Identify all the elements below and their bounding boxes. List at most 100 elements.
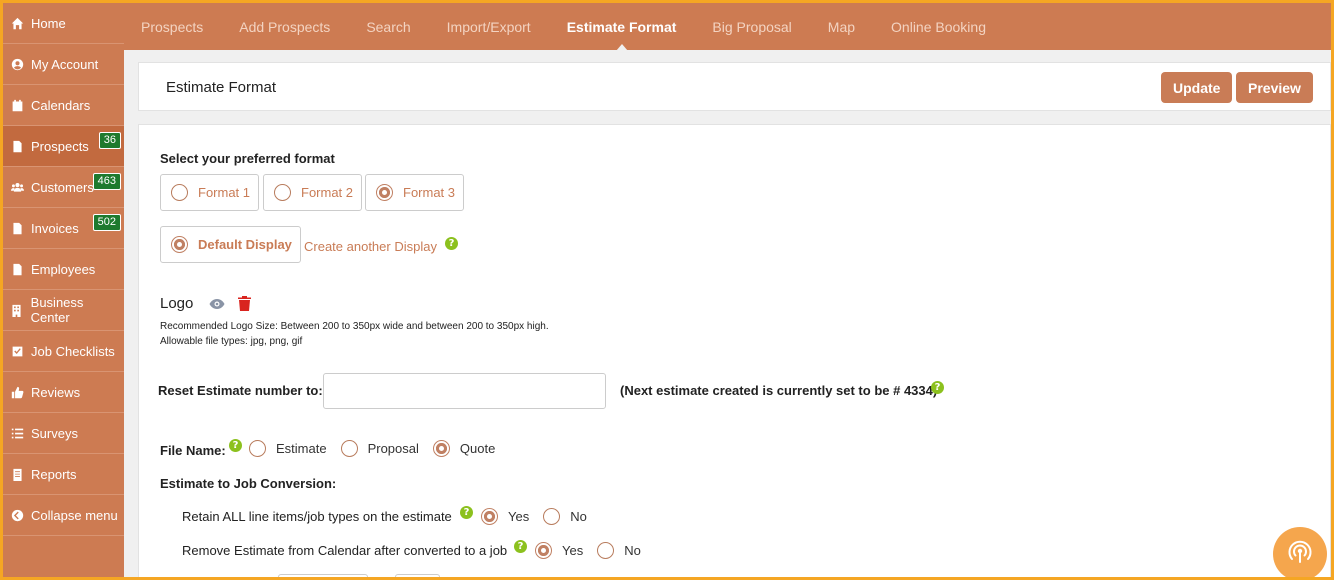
user-circle-icon: [9, 56, 25, 72]
sidebar-item-home[interactable]: Home: [3, 3, 124, 44]
format-3-label: Format 3: [403, 185, 456, 200]
retain-no-option[interactable]: No: [543, 508, 587, 525]
sidebar-item-label: Business Center: [30, 295, 84, 325]
sidebar-item-prospects[interactable]: Prospects 36: [3, 126, 124, 167]
remove-no-option[interactable]: No: [597, 542, 641, 559]
file-name-quote-option[interactable]: Quote: [432, 440, 496, 457]
option-label: No: [624, 543, 641, 558]
remove-no-radio[interactable]: [597, 542, 615, 559]
create-display-link[interactable]: Create another Display: [304, 239, 437, 254]
logo-types-note: Allowable file types: jpg, png, gif: [160, 336, 303, 347]
sidebar-item-job-checklists[interactable]: Job Checklists: [3, 331, 124, 372]
partial-input[interactable]: [395, 574, 440, 577]
calendar-icon: [9, 97, 25, 113]
sidebar-item-label: Invoices: [31, 220, 79, 236]
file-name-proposal-radio[interactable]: [340, 440, 358, 457]
users-icon: [9, 179, 25, 195]
preview-button[interactable]: Preview: [1236, 72, 1313, 103]
page-header: Estimate Format Update Preview: [138, 62, 1331, 111]
format-2-label: Format 2: [301, 185, 354, 200]
report-icon: [9, 466, 25, 482]
sidebar-item-invoices[interactable]: Invoices 502: [3, 208, 124, 249]
sidebar-item-label: Employees: [31, 261, 96, 277]
sidebar-item-label: Reviews: [31, 384, 81, 400]
next-estimate-note: (Next estimate created is currently set …: [620, 383, 938, 398]
count-badge: 36: [98, 132, 121, 149]
count-badge: 502: [92, 214, 121, 231]
option-label: Quote: [459, 441, 496, 456]
sidebar: Home My Account Calendars Prospects 36 C…: [3, 3, 124, 577]
document-icon: [9, 220, 25, 236]
sidebar-item-collapse-menu[interactable]: Collapse menu: [3, 495, 124, 536]
app-frame: Home My Account Calendars Prospects 36 C…: [3, 3, 1331, 577]
tab-online-booking[interactable]: Online Booking: [891, 19, 986, 35]
estimate-format-form: Select your preferred format Format 1 Fo…: [138, 124, 1331, 577]
building-icon: [9, 302, 25, 318]
retain-no-radio[interactable]: [543, 508, 561, 525]
sidebar-item-business-center[interactable]: Business Center: [3, 290, 124, 331]
sidebar-item-employees[interactable]: Employees: [3, 249, 124, 290]
retain-yes-option[interactable]: Yes: [481, 508, 529, 525]
update-button[interactable]: Update: [1161, 72, 1233, 103]
retain-yes-radio[interactable]: [481, 508, 498, 525]
tab-prospects[interactable]: Prospects: [141, 19, 203, 35]
eye-icon[interactable]: [209, 297, 225, 315]
help-icon[interactable]: ?: [460, 506, 473, 519]
reset-estimate-input[interactable]: [323, 373, 606, 409]
file-name-quote-radio[interactable]: [432, 440, 450, 457]
help-icon[interactable]: ?: [931, 381, 944, 394]
tab-add-prospects[interactable]: Add Prospects: [239, 19, 330, 35]
sidebar-item-customers[interactable]: Customers 463: [3, 167, 124, 208]
trash-icon[interactable]: [238, 296, 251, 316]
sidebar-item-label: Reports: [31, 466, 77, 482]
format-heading: Select your preferred format: [160, 151, 335, 166]
tab-big-proposal[interactable]: Big Proposal: [712, 19, 791, 35]
logo-size-note: Recommended Logo Size: Between 200 to 35…: [160, 321, 549, 332]
thumbs-up-icon: [9, 384, 25, 400]
remove-yes-option[interactable]: Yes: [535, 542, 583, 559]
logo-label: Logo: [160, 295, 194, 312]
help-icon[interactable]: ?: [514, 540, 527, 553]
sidebar-item-label: Customers: [31, 179, 94, 195]
file-name-estimate-radio[interactable]: [249, 440, 266, 457]
remove-yes-radio[interactable]: [535, 542, 552, 559]
option-label: Proposal: [367, 441, 419, 456]
format-2-radio[interactable]: [274, 184, 291, 201]
tab-import-export[interactable]: Import/Export: [447, 19, 531, 35]
format-1-option[interactable]: Format 1: [160, 174, 259, 211]
default-display-radio[interactable]: [171, 236, 188, 253]
option-label: Estimate: [276, 441, 327, 456]
sidebar-item-my-account[interactable]: My Account: [3, 44, 124, 85]
sidebar-item-surveys[interactable]: Surveys: [3, 413, 124, 454]
file-name-proposal-option[interactable]: Proposal: [340, 440, 419, 457]
file-name-options: Estimate Proposal Quote: [249, 440, 509, 457]
sidebar-item-reports[interactable]: Reports: [3, 454, 124, 495]
count-badge: 463: [92, 173, 121, 190]
help-icon[interactable]: ?: [229, 439, 242, 452]
broadcast-fab[interactable]: [1273, 527, 1327, 577]
sidebar-item-label: Surveys: [31, 425, 78, 441]
file-name-estimate-option[interactable]: Estimate: [249, 440, 327, 457]
default-display-option[interactable]: Default Display: [160, 226, 301, 263]
tab-estimate-format[interactable]: Estimate Format: [567, 19, 676, 51]
format-3-option[interactable]: Format 3: [365, 174, 464, 211]
top-nav: Prospects Add Prospects Search Import/Ex…: [124, 3, 1331, 51]
sidebar-item-label: My Account: [31, 56, 99, 72]
sidebar-item-label: Prospects: [31, 138, 89, 154]
option-label: Yes: [562, 543, 584, 558]
tab-map[interactable]: Map: [828, 19, 855, 35]
format-2-option[interactable]: Format 2: [263, 174, 362, 211]
sidebar-item-reviews[interactable]: Reviews: [3, 372, 124, 413]
remove-from-calendar-label: Remove Estimate from Calendar after conv…: [182, 543, 508, 558]
tab-search[interactable]: Search: [366, 19, 410, 35]
partial-input[interactable]: [278, 574, 368, 577]
sidebar-item-calendars[interactable]: Calendars: [3, 85, 124, 126]
broadcast-icon: [1286, 538, 1314, 571]
help-icon[interactable]: ?: [445, 237, 458, 250]
format-1-radio[interactable]: [171, 184, 188, 201]
home-icon: [9, 15, 25, 31]
format-3-radio[interactable]: [376, 184, 393, 201]
file-name-label: File Name:: [160, 443, 226, 458]
sidebar-item-label: Job Checklists: [31, 343, 115, 359]
option-label: No: [570, 509, 587, 524]
